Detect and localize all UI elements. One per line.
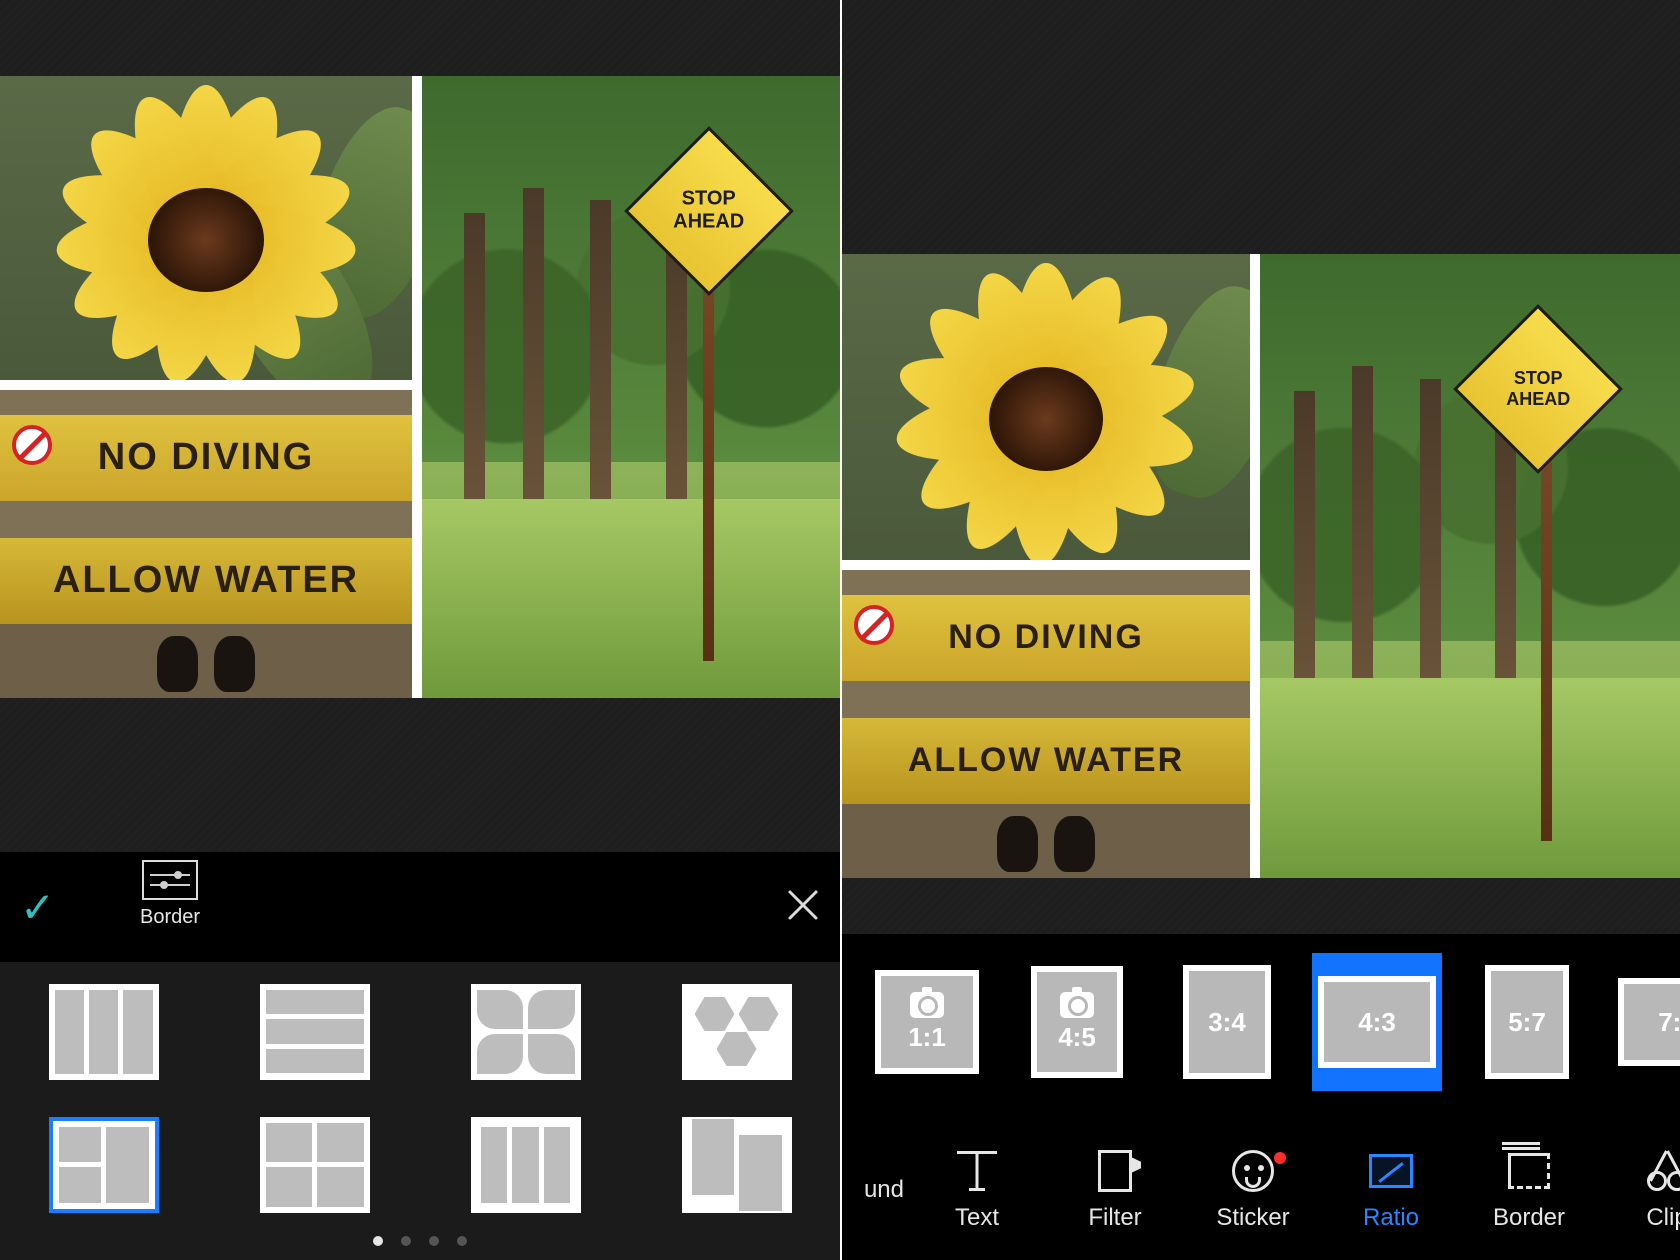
smiley-icon [1230,1148,1276,1194]
layout-option-0[interactable] [28,974,179,1089]
ratio-label: 5:7 [1508,1007,1546,1038]
ratio-option-1-1[interactable]: 1:1 [862,953,992,1091]
right-gap-strip [842,878,1680,934]
layout-pager[interactable] [0,1222,840,1260]
ratio-strip[interactable]: 1:1 4:5 3:4 4:3 5:7 7:5 [842,934,1680,1110]
right-top-strip [842,0,1680,254]
tab-sticker[interactable]: Sticker [1184,1138,1322,1232]
pager-dot-2[interactable] [429,1236,439,1246]
tab-border[interactable]: Border [1460,1138,1598,1232]
tab-filter[interactable]: Filter [1046,1138,1184,1232]
collage-cell-forest[interactable]: STOP AHEAD [1260,254,1680,878]
ratio-label: 7:5 [1658,1007,1680,1038]
right-collage-canvas[interactable]: NO DIVING ALLOW WATER STOP AHEAD [842,254,1680,878]
pager-dot-0[interactable] [373,1236,383,1246]
layout-option-7[interactable] [661,1107,812,1222]
collage-cell-forest[interactable]: STOP AHEAD [422,76,842,698]
collage-cell-flower[interactable] [842,254,1250,560]
collage-cell-board[interactable]: NO DIVING ALLOW WATER [842,570,1250,878]
pager-dot-3[interactable] [457,1236,467,1246]
border-control-bar: ✓ Border [0,852,840,962]
bottom-tabbar: und Text Filter Sticker Ratio Border Clip [842,1110,1680,1260]
tab-text[interactable]: Text [908,1138,1046,1232]
tab-label: Text [955,1204,999,1232]
border-tool[interactable]: Border [140,860,200,929]
right-screenshot: NO DIVING ALLOW WATER STOP AHEAD 1:1 4:5 3… [842,0,1680,1260]
ratio-option-4-5[interactable]: 4:5 [1012,953,1142,1091]
pager-dot-1[interactable] [401,1236,411,1246]
camera-icon [910,992,944,1018]
layout-option-1[interactable] [239,974,390,1089]
layout-option-4[interactable] [28,1107,179,1222]
tab-label: Clip [1646,1204,1680,1232]
layout-option-3[interactable] [661,974,812,1089]
board-line2: ALLOW WATER [53,559,359,602]
board-line2: ALLOW WATER [908,741,1184,780]
border-icon [1506,1148,1552,1194]
ratio-option-4-3[interactable]: 4:3 [1312,953,1442,1091]
tab-clip[interactable]: Clip [1598,1138,1680,1232]
notification-dot [1274,1152,1286,1164]
filter-icon [1092,1148,1138,1194]
board-line1: NO DIVING [948,618,1144,657]
tab-label: Border [1493,1204,1565,1232]
camera-icon [1060,992,1094,1018]
tab-und[interactable]: und [842,1166,908,1204]
layout-option-2[interactable] [450,974,601,1089]
confirm-button[interactable]: ✓ [20,883,55,932]
ratio-label: 4:5 [1058,1022,1096,1053]
border-label: Border [140,906,200,929]
collage-cell-board[interactable]: NO DIVING ALLOW WATER [0,390,412,698]
sliders-icon [142,860,198,900]
ratio-label: 3:4 [1208,1007,1246,1038]
tab-label: Ratio [1363,1204,1419,1232]
tab-label: Sticker [1216,1204,1289,1232]
ratio-option-7-5[interactable]: 7:5 [1612,953,1680,1091]
no-diving-icon [854,605,894,645]
ratio-option-5-7[interactable]: 5:7 [1462,953,1592,1091]
no-diving-icon [12,425,52,465]
ratio-option-3-4[interactable]: 3:4 [1162,953,1292,1091]
scissors-icon [1644,1148,1680,1194]
left-top-strip [0,0,840,76]
collage-cell-flower[interactable] [0,76,412,380]
left-mid-strip [0,698,840,852]
ratio-label: 1:1 [908,1022,946,1053]
layout-option-5[interactable] [239,1107,390,1222]
cancel-button[interactable] [786,888,820,927]
tab-label: und [864,1176,904,1204]
tab-label: Filter [1088,1204,1141,1232]
layout-grid [0,962,840,1222]
ratio-icon [1368,1148,1414,1194]
board-line1: NO DIVING [98,436,314,479]
layout-option-6[interactable] [450,1107,601,1222]
tab-ratio[interactable]: Ratio [1322,1138,1460,1232]
text-icon [954,1148,1000,1194]
left-collage-canvas[interactable]: NO DIVING ALLOW WATER STOP AHEAD [0,76,840,698]
left-screenshot: NO DIVING ALLOW WATER STOP AHEAD ✓ [0,0,842,1260]
ratio-label: 4:3 [1358,1007,1396,1038]
